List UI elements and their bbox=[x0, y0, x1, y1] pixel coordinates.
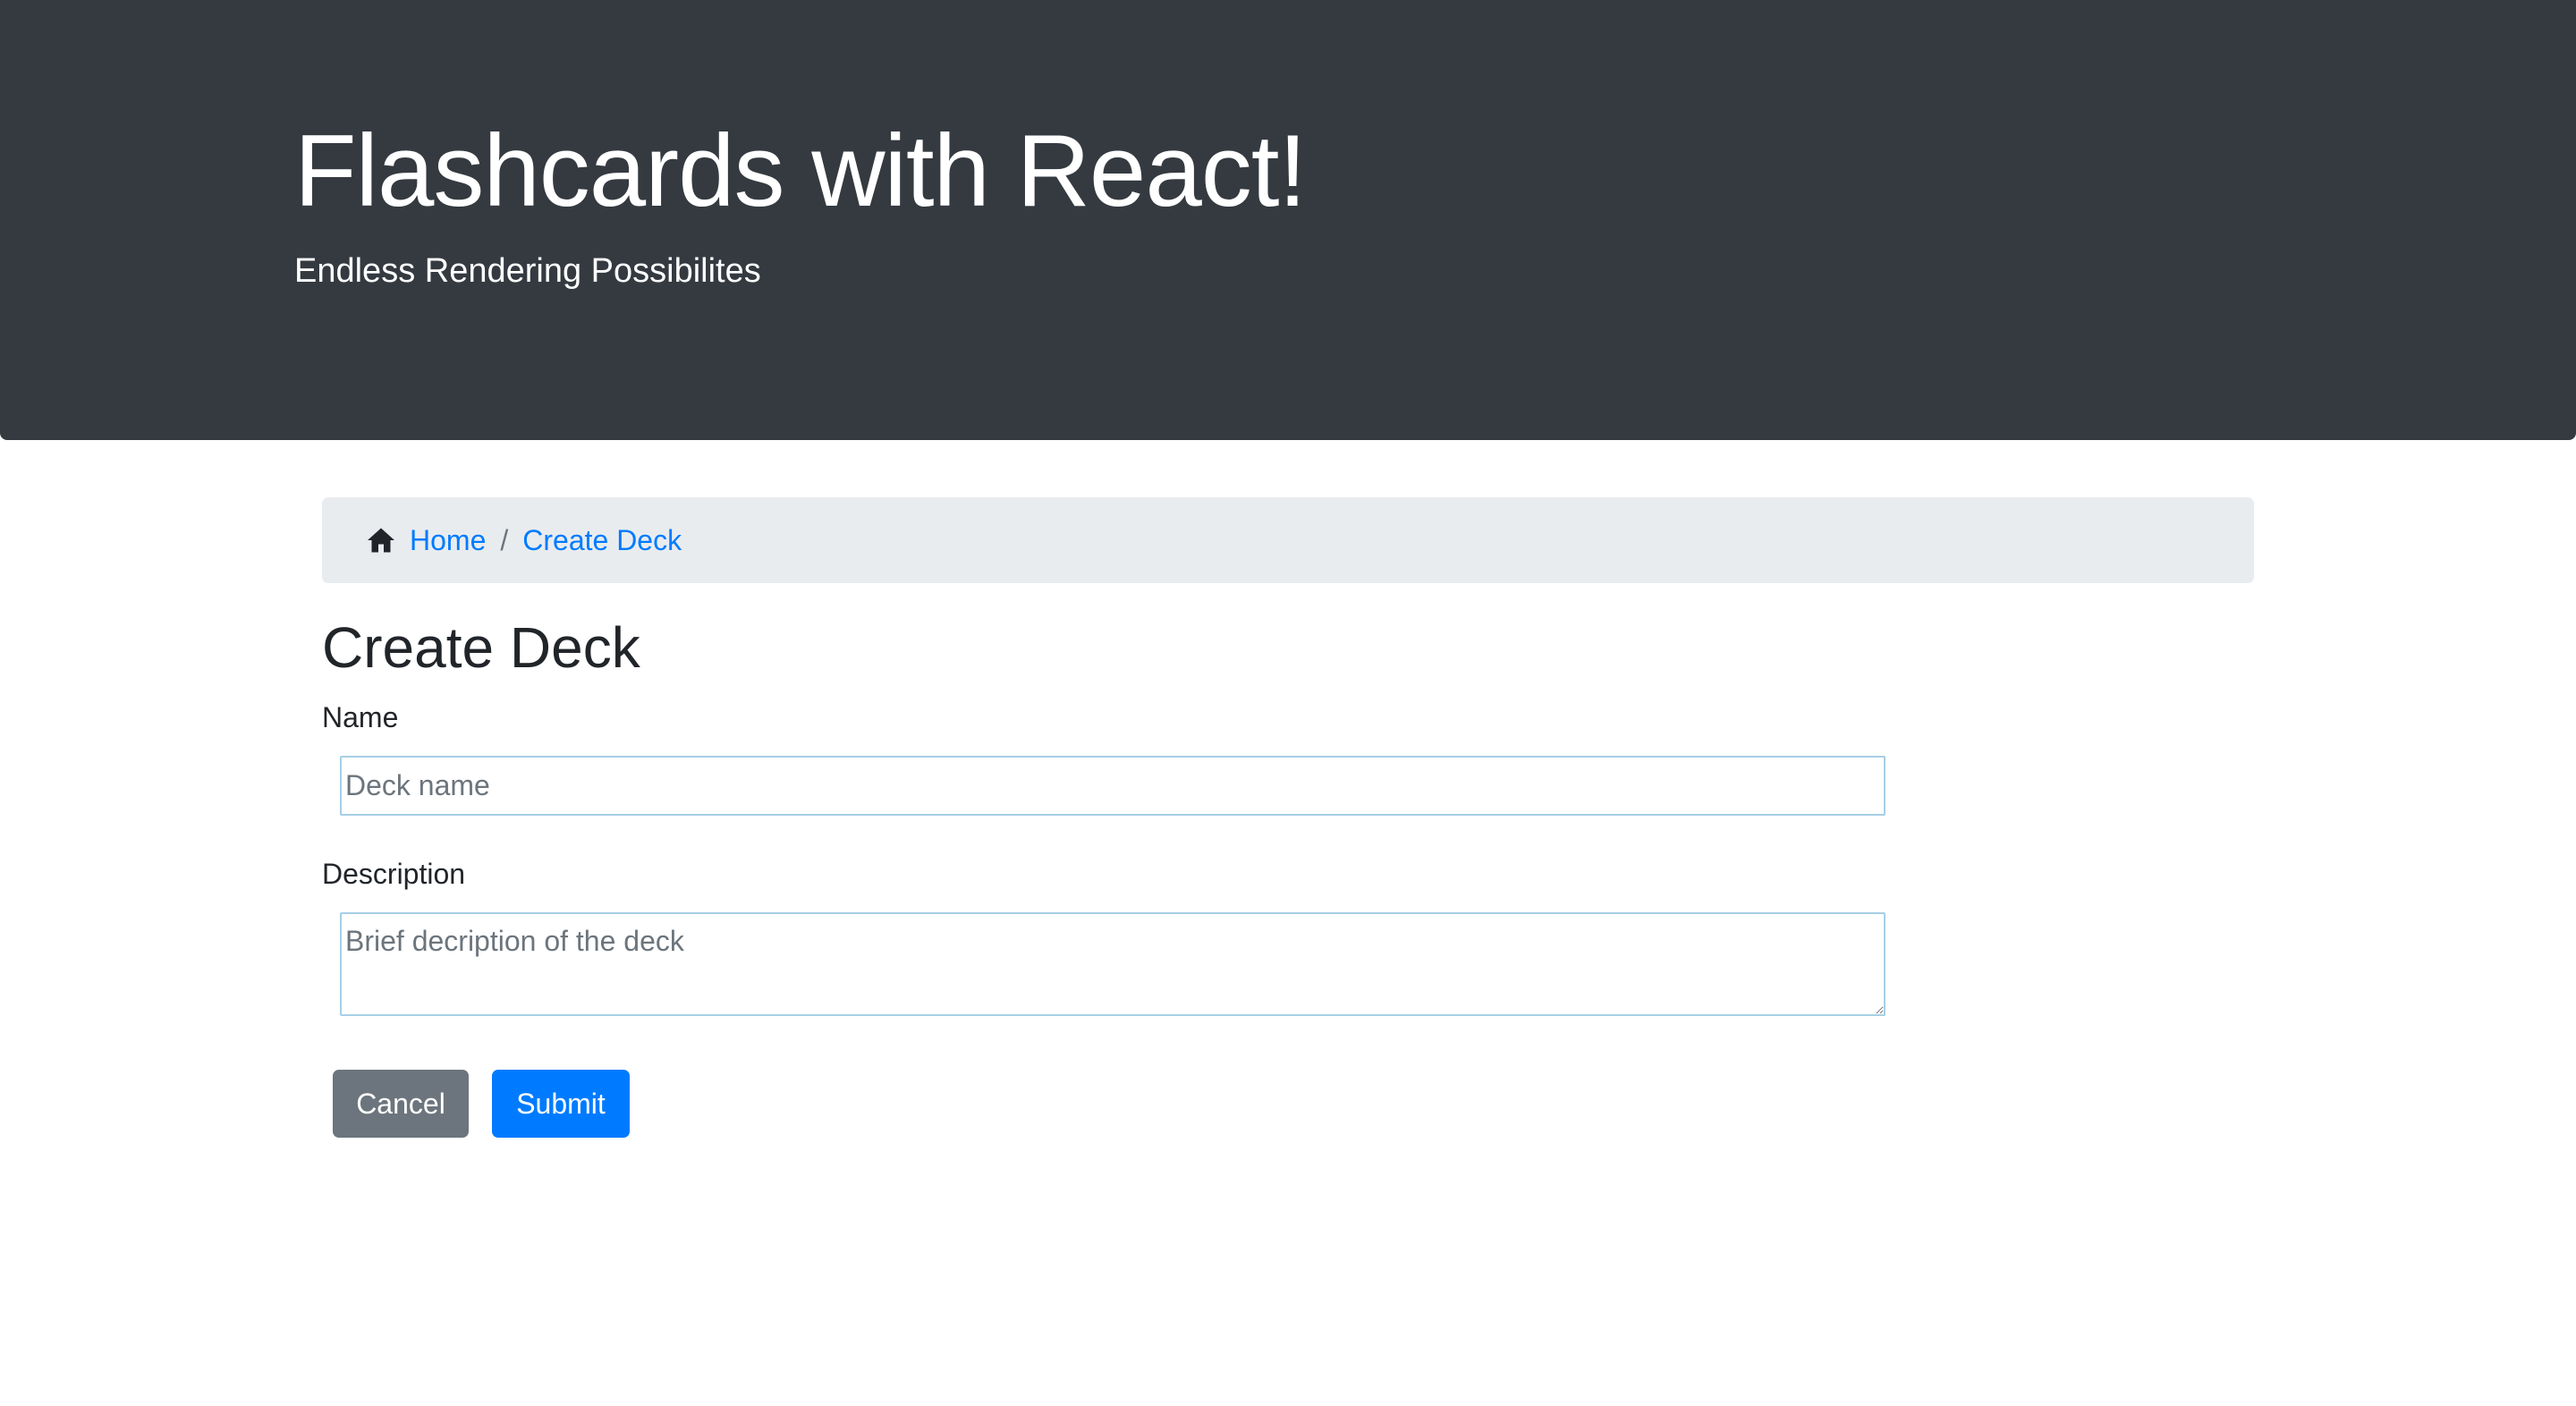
deck-name-input[interactable] bbox=[340, 756, 1885, 816]
deck-description-textarea[interactable] bbox=[340, 912, 1885, 1016]
breadcrumb: Home / Create Deck bbox=[322, 497, 2254, 583]
cancel-button[interactable]: Cancel bbox=[333, 1070, 469, 1138]
breadcrumb-separator: / bbox=[500, 524, 509, 556]
submit-button[interactable]: Submit bbox=[492, 1070, 630, 1138]
breadcrumb-home-link[interactable]: Home bbox=[410, 522, 486, 558]
breadcrumb-create-deck-link[interactable]: Create Deck bbox=[522, 522, 682, 558]
app-subtitle: Endless Rendering Possibilites bbox=[294, 252, 761, 290]
page-header: Flashcards with React! Endless Rendering… bbox=[0, 0, 2576, 440]
app-title: Flashcards with React! bbox=[294, 114, 1307, 228]
name-label: Name bbox=[322, 701, 399, 733]
home-icon[interactable] bbox=[365, 524, 397, 556]
page-title: Create Deck bbox=[322, 615, 640, 680]
description-label: Description bbox=[322, 858, 466, 890]
